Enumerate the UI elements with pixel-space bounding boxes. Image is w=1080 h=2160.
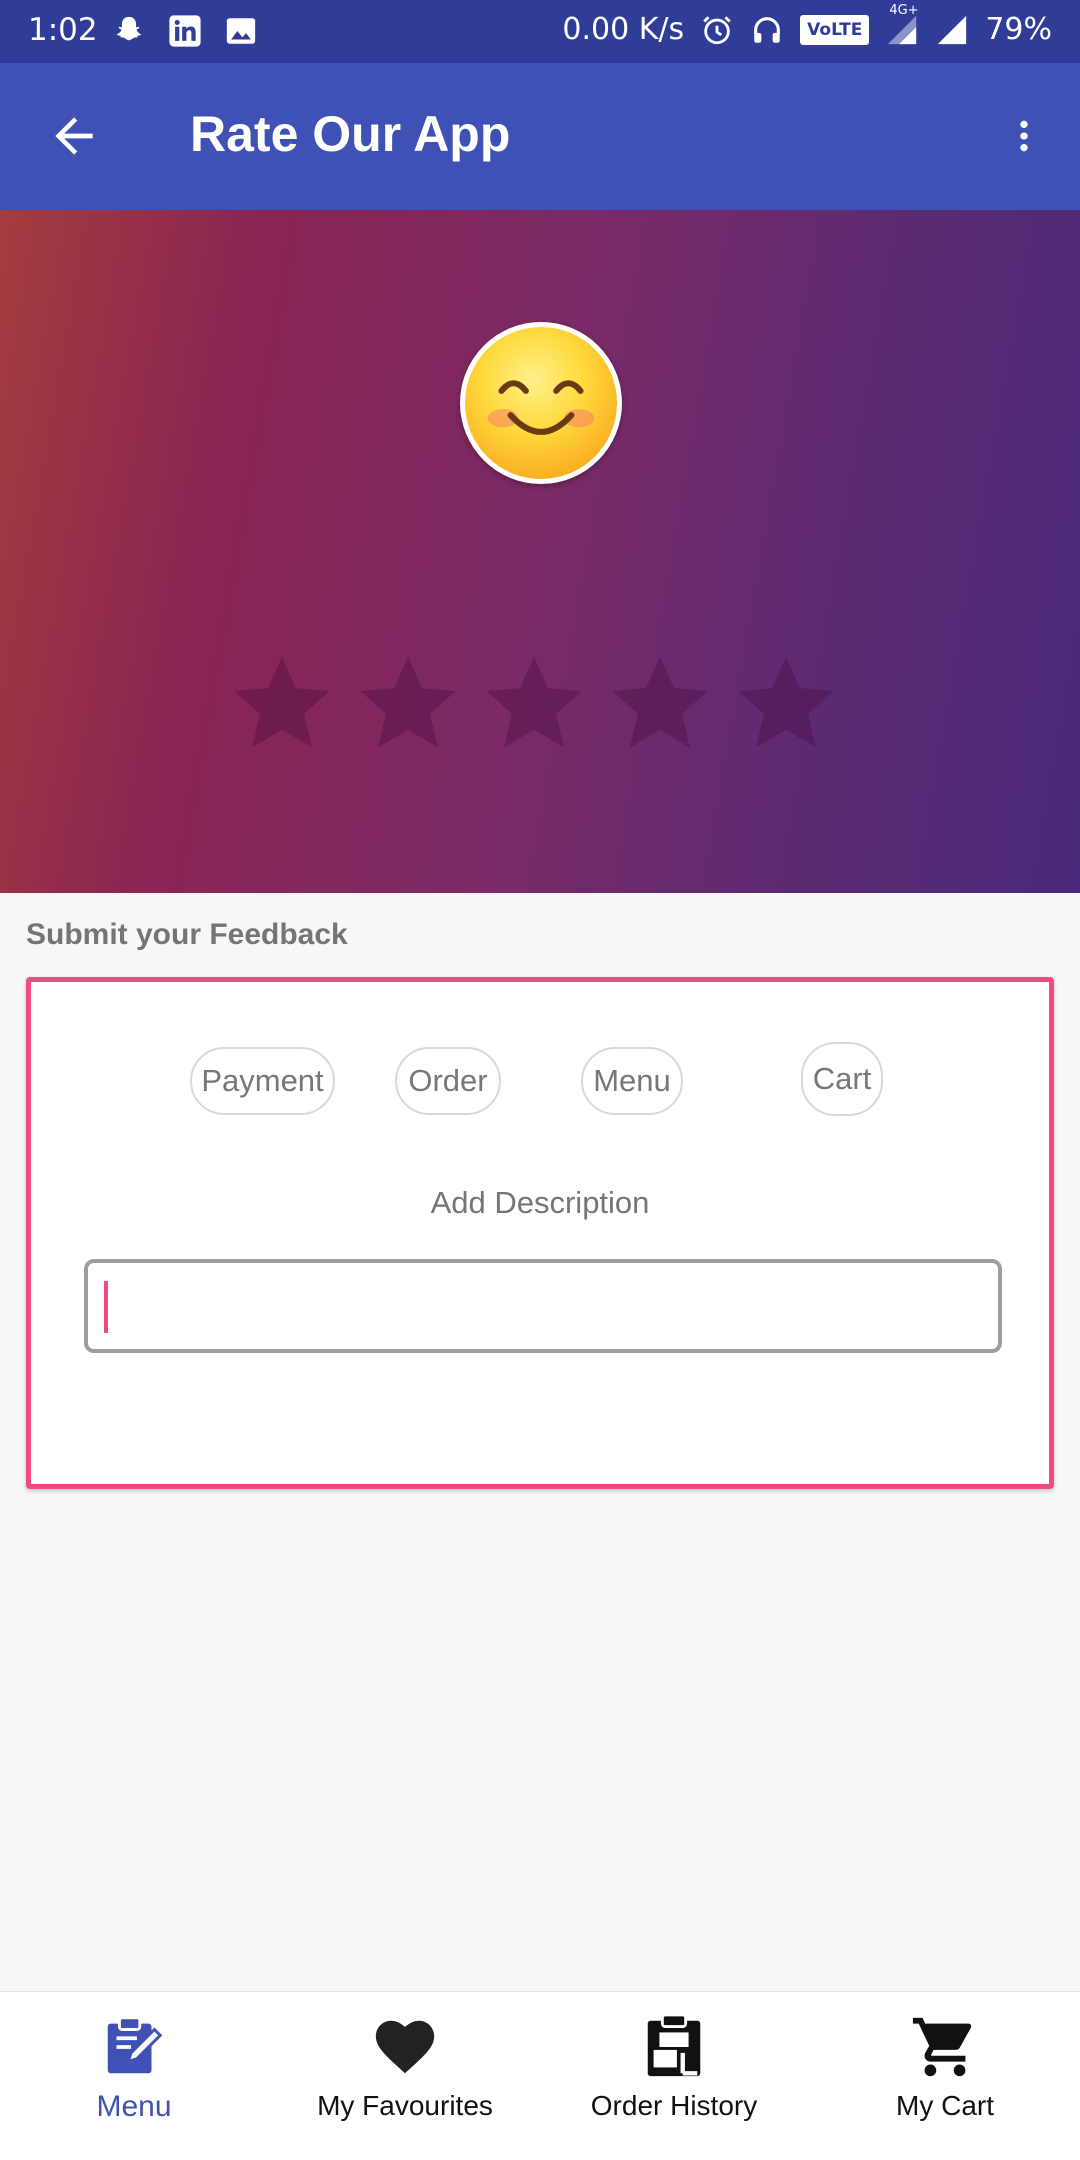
nav-item-my-cart[interactable]: My Cart [874,1992,1016,2160]
chip-cart[interactable]: Cart [801,1042,883,1116]
network-speed: 0.00 K/s [562,12,685,47]
signal-4g-icon: 4G+ [885,3,919,47]
nav-label-menu: Menu [96,2090,172,2123]
status-time: 1:02 [28,12,98,48]
battery-percent: 79% [985,12,1052,47]
description-input[interactable] [84,1259,1002,1353]
bottom-navigation: Menu My Favourites Order History My Cart [0,1991,1080,2160]
network-type: 4G+ [889,2,919,18]
nav-item-order-history[interactable]: Order History [576,1992,772,2160]
headset-icon [750,13,784,47]
linkedin-icon [168,14,202,48]
arrow-back-icon[interactable] [46,108,102,164]
nav-label-my-cart: My Cart [896,2090,994,2121]
chip-menu[interactable]: Menu [581,1047,683,1115]
cart-icon [910,2012,980,2082]
status-bar: 1:02 0.00 K/s VoLTE 4G+ 79% [0,0,1080,63]
feedback-card: Payment Order Menu Cart Add Description [26,977,1054,1489]
page-title: Rate Our App [190,106,511,162]
nav-item-my-favourites[interactable]: My Favourites [300,1992,510,2160]
chip-payment[interactable]: Payment [190,1047,335,1115]
order-history-icon [639,2012,709,2082]
heart-icon [370,2012,440,2082]
star-rating [230,650,838,754]
snapchat-icon [112,14,146,48]
smiling-face-icon [460,322,622,484]
star-1-icon[interactable] [230,650,334,754]
edit-clipboard-icon [99,2012,169,2082]
star-5-icon[interactable] [734,650,838,754]
star-4-icon[interactable] [608,650,712,754]
text-caret [104,1281,108,1333]
star-3-icon[interactable] [482,650,586,754]
chip-order[interactable]: Order [395,1047,501,1115]
feedback-heading: Submit your Feedback [26,918,348,951]
signal-icon [935,13,969,47]
more-vertical-icon[interactable] [1004,108,1044,164]
rating-hero [0,210,1080,893]
nav-label-order-history: Order History [590,2090,758,2121]
app-toolbar: Rate Our App [0,63,1080,210]
nav-item-menu[interactable]: Menu [54,1992,214,2160]
image-icon [224,14,258,48]
star-2-icon[interactable] [356,650,460,754]
volte-icon: VoLTE [800,14,870,45]
nav-label-my-favourites: My Favourites [317,2090,493,2121]
alarm-icon [700,13,734,47]
add-description-label: Add Description [430,1185,650,1220]
